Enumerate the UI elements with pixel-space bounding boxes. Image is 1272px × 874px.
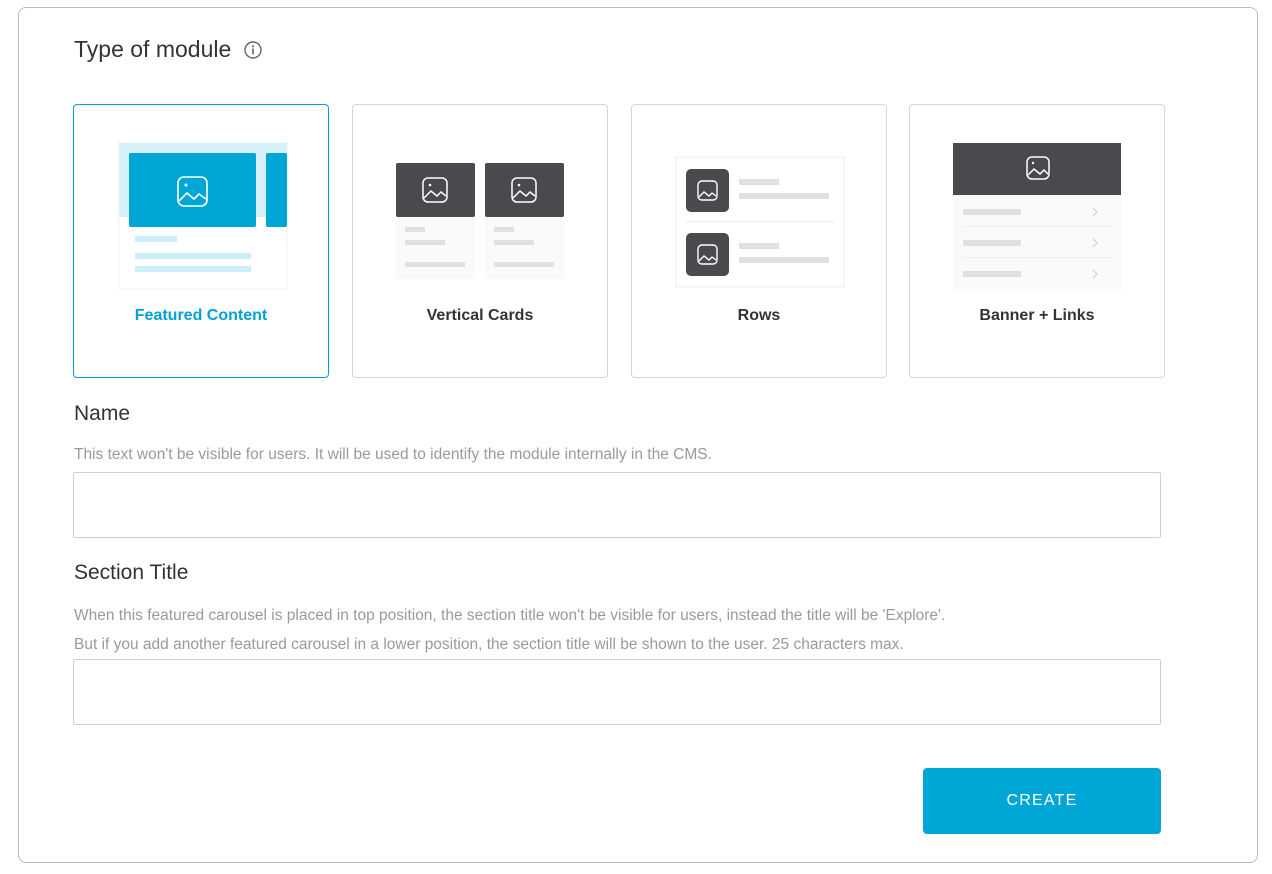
section-title-help-line2: But if you add another featured carousel… [74,636,904,653]
module-type-vertical-cards[interactable]: Vertical Cards [352,104,608,378]
section-title-help-line1: When this featured carousel is placed in… [74,607,946,624]
module-type-rows[interactable]: Rows [631,104,887,378]
module-type-label: Banner + Links [979,307,1095,324]
module-type-banner-links[interactable]: Banner + Links [909,104,1165,378]
module-type-label: Rows [737,307,781,324]
module-type-featured-content[interactable]: Featured Content [73,104,329,378]
name-field-help: This text won't be visible for users. It… [74,446,712,463]
create-button[interactable]: CREATE [923,768,1161,834]
featured-content-illustration [118,142,288,290]
module-type-label: Vertical Cards [426,307,534,324]
vertical-cards-illustration [396,163,564,279]
module-type-title: Type of module [74,36,232,62]
section-title-input[interactable] [73,659,1161,725]
banner-links-illustration [953,143,1121,291]
module-type-heading: Type of module [74,36,263,63]
create-module-panel: Type of module Featured Content Vertical… [18,7,1258,863]
name-input[interactable] [73,472,1161,538]
rows-illustration [675,156,845,288]
section-title-field-label: Section Title [74,561,189,584]
info-circle-icon[interactable] [243,40,263,60]
module-type-label: Featured Content [134,307,268,324]
name-field-label: Name [74,402,131,425]
